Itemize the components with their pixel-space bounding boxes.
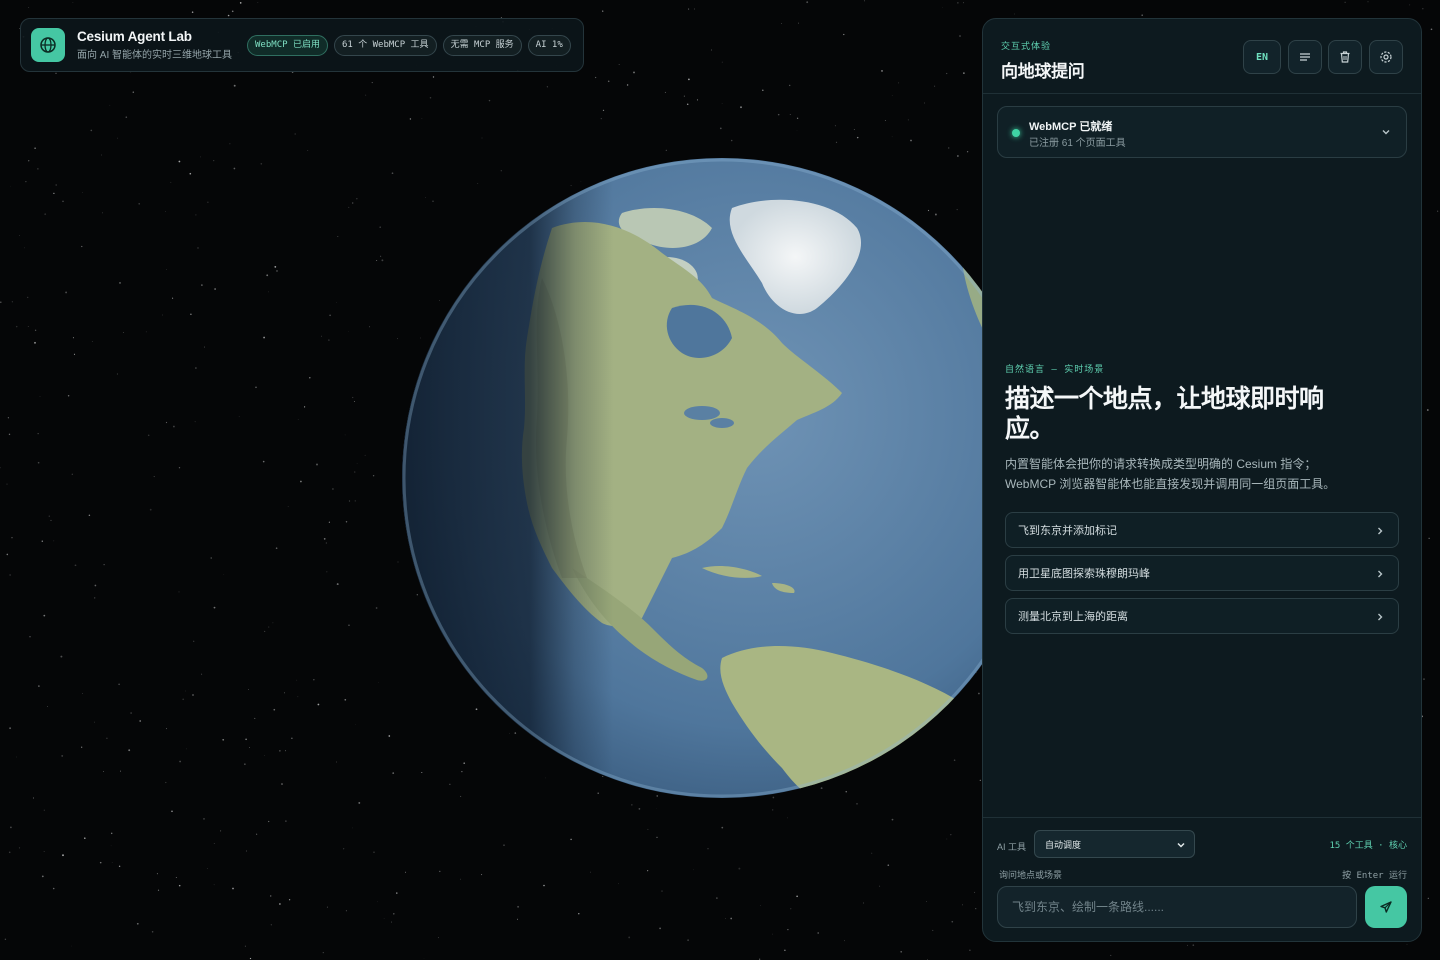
ai-usage-badge: AI 1% bbox=[527, 34, 571, 56]
suggestion-everest[interactable]: 用卫星底图探索珠穆朗玛峰 bbox=[1005, 555, 1399, 591]
status-indicator-dot bbox=[1012, 129, 1020, 137]
gear-icon bbox=[1380, 51, 1392, 63]
hero-eyebrow: 自然语言 — 实时场景 bbox=[1005, 365, 1105, 375]
earth-globe[interactable] bbox=[402, 158, 1042, 798]
suggestion-label: 用卫星底图探索珠穆朗玛峰 bbox=[1018, 568, 1150, 580]
send-icon bbox=[1380, 901, 1392, 913]
suggestion-label: 飞到东京并添加标记 bbox=[1018, 525, 1117, 537]
globe-icon[interactable] bbox=[31, 28, 65, 62]
chevron-right-icon bbox=[1378, 613, 1383, 621]
status-title: WebMCP 已就绪 bbox=[1029, 121, 1113, 133]
enter-hint: 按 Enter 运行 bbox=[1342, 871, 1407, 881]
panel-header: 交互式体验 向地球提问 EN bbox=[983, 19, 1421, 94]
input-label: 询问地点或场景 bbox=[999, 870, 1063, 880]
menu-button[interactable] bbox=[1288, 40, 1322, 74]
composer: AI 工具 自动调度 15 个工具 · 核心 询问地点或场景 按 Enter 运… bbox=[983, 817, 1421, 941]
tool-count-badge: 61 个 WebMCP 工具 bbox=[333, 34, 437, 56]
ai-tool-label: AI 工具 bbox=[997, 842, 1027, 852]
ai-tool-select-value: 自动调度 bbox=[1045, 839, 1082, 850]
language-toggle-button[interactable]: EN bbox=[1243, 40, 1281, 74]
chevron-right-icon bbox=[1378, 570, 1383, 578]
settings-button[interactable] bbox=[1369, 40, 1403, 74]
trash-icon bbox=[1340, 51, 1350, 63]
send-button[interactable] bbox=[1365, 886, 1407, 928]
hero-description: 内置智能体会把你的请求转换成类型明确的 Cesium 指令； WebMCP 浏览… bbox=[1005, 454, 1405, 494]
status-subtitle: 已注册 61 个页面工具 bbox=[1029, 138, 1126, 149]
clear-chat-button[interactable] bbox=[1328, 40, 1362, 74]
prompt-input[interactable] bbox=[997, 886, 1357, 928]
suggestion-list: 飞到东京并添加标记 用卫星底图探索珠穆朗玛峰 测量北京到上海的距离 bbox=[1005, 512, 1399, 641]
chevron-right-icon bbox=[1378, 527, 1383, 535]
chevron-down-icon bbox=[1177, 842, 1185, 848]
hero-title: 描述一个地点，让地球即时响应。 bbox=[1005, 385, 1324, 443]
hero-description-line-2: WebMCP 浏览器智能体也能直接发现并调用同一组页面工具。 bbox=[1005, 477, 1336, 491]
webmcp-enabled-badge: WebMCP 已启用 bbox=[247, 34, 328, 56]
menu-lines-icon bbox=[1300, 53, 1310, 61]
ai-tool-select[interactable]: 自动调度 bbox=[1034, 830, 1195, 858]
app-title: Cesium Agent Lab bbox=[77, 29, 192, 44]
hero-section: 自然语言 — 实时场景 描述一个地点，让地球即时响应。 内置智能体会把你的请求转… bbox=[1005, 362, 1405, 494]
tool-count-label: 15 个工具 · 核心 bbox=[1329, 841, 1407, 851]
webmcp-status-card[interactable]: WebMCP 已就绪 已注册 61 个页面工具 bbox=[997, 106, 1407, 158]
app-subtitle: 面向 AI 智能体的实时三维地球工具 bbox=[77, 50, 233, 61]
chat-panel: 交互式体验 向地球提问 EN WebMCP 已就绪 已注册 61 个页面工具 自… bbox=[982, 18, 1422, 942]
no-mcp-server-badge: 无需 MCP 服务 bbox=[442, 34, 522, 56]
chevron-down-icon bbox=[1382, 130, 1390, 135]
suggestion-fly-tokyo[interactable]: 飞到东京并添加标记 bbox=[1005, 512, 1399, 548]
app-header-card: Cesium Agent Lab 面向 AI 智能体的实时三维地球工具 WebM… bbox=[20, 18, 584, 72]
suggestion-label: 测量北京到上海的距离 bbox=[1018, 611, 1128, 623]
hero-description-line-1: 内置智能体会把你的请求转换成类型明确的 Cesium 指令； bbox=[1005, 457, 1317, 471]
suggestion-measure-distance[interactable]: 测量北京到上海的距离 bbox=[1005, 598, 1399, 634]
